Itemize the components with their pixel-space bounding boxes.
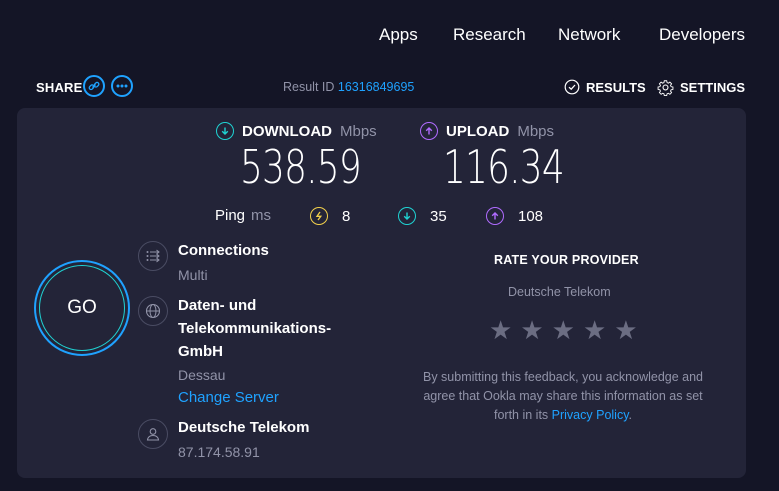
share-label: SHARE bbox=[36, 80, 83, 95]
server-name-line: Telekommunikations- bbox=[178, 320, 332, 337]
results-label: RESULTS bbox=[586, 79, 646, 95]
server-name: Daten- und Telekommunikations- GmbH bbox=[178, 294, 331, 363]
settings-label: SETTINGS bbox=[680, 80, 746, 95]
ping-idle-value: 8 bbox=[342, 207, 351, 225]
share-link-button[interactable] bbox=[83, 75, 105, 97]
go-label: GO bbox=[39, 265, 125, 351]
rating-stars: ★ ★ ★ ★ ★ bbox=[489, 316, 638, 344]
download-label: DOWNLOAD bbox=[242, 122, 332, 140]
server-name-line: GmbH bbox=[178, 343, 223, 360]
ping-upload-value: 108 bbox=[518, 207, 544, 225]
gear-icon bbox=[657, 80, 674, 96]
nav-research[interactable]: Research bbox=[453, 25, 526, 45]
ping-download: 35 bbox=[398, 207, 447, 225]
rate-provider-name: Deutsche Telekom bbox=[508, 285, 611, 299]
isp-ip: 87.174.58.91 bbox=[178, 444, 260, 460]
star-3[interactable]: ★ bbox=[552, 316, 575, 344]
star-2[interactable]: ★ bbox=[520, 316, 543, 344]
disclaimer-period: . bbox=[628, 408, 633, 422]
disclaimer-text: forth in its bbox=[493, 408, 549, 422]
link-icon bbox=[88, 81, 100, 91]
upload-unit: Mbps bbox=[517, 122, 555, 140]
results-button[interactable]: RESULTS bbox=[564, 79, 646, 95]
settings-button[interactable]: SETTINGS bbox=[657, 79, 745, 96]
nav-network[interactable]: Network bbox=[558, 25, 620, 45]
isp-name: Deutsche Telekom bbox=[178, 419, 310, 436]
user-icon bbox=[138, 419, 168, 449]
download-speed: 538.59 bbox=[240, 140, 362, 194]
globe-icon bbox=[138, 296, 168, 326]
server-location: Dessau bbox=[178, 367, 226, 383]
result-id-label: Result ID bbox=[283, 80, 335, 94]
download-unit: Mbps bbox=[340, 122, 377, 140]
disclaimer-line: By submitting this feedback, you acknowl… bbox=[422, 370, 704, 384]
go-button[interactable]: GO bbox=[34, 260, 130, 356]
ping-text: Ping bbox=[215, 207, 246, 224]
upload-arrow-icon bbox=[420, 122, 438, 140]
disclaimer-line: agree that Ookla may share this informat… bbox=[423, 389, 703, 403]
connections-title: Connections bbox=[178, 242, 269, 259]
star-5[interactable]: ★ bbox=[614, 316, 637, 344]
result-id-value[interactable]: 16316849695 bbox=[338, 80, 414, 94]
nav-apps[interactable]: Apps bbox=[379, 25, 418, 45]
upload-header: UPLOAD Mbps bbox=[420, 122, 554, 140]
rate-provider-title: RATE YOUR PROVIDER bbox=[494, 253, 639, 267]
check-circle-icon bbox=[564, 79, 580, 95]
connections-icon bbox=[138, 241, 168, 271]
star-4[interactable]: ★ bbox=[583, 316, 606, 344]
more-icon bbox=[116, 84, 128, 88]
ping-unit: ms bbox=[251, 207, 272, 224]
nav-developers[interactable]: Developers bbox=[659, 25, 745, 45]
server-name-line: Daten- und bbox=[178, 297, 257, 314]
result-id: Result ID 16316849695 bbox=[283, 80, 414, 94]
download-header: DOWNLOAD Mbps bbox=[216, 122, 377, 140]
upload-speed: 116.34 bbox=[443, 140, 565, 194]
ping-upload-icon bbox=[486, 207, 504, 225]
change-server-link[interactable]: Change Server bbox=[178, 389, 279, 406]
connections-value: Multi bbox=[178, 267, 208, 283]
ping-idle: 8 bbox=[310, 207, 350, 225]
disclaimer-line: forth in its Privacy Policy. bbox=[403, 406, 723, 425]
share-more-button[interactable] bbox=[111, 75, 133, 97]
ping-label: Ping ms bbox=[215, 207, 271, 224]
star-1[interactable]: ★ bbox=[489, 316, 512, 344]
ping-idle-icon bbox=[310, 207, 328, 225]
download-arrow-icon bbox=[216, 122, 234, 140]
ping-download-value: 35 bbox=[430, 207, 447, 225]
ping-upload: 108 bbox=[486, 207, 543, 225]
ping-download-icon bbox=[398, 207, 416, 225]
feedback-disclaimer: By submitting this feedback, you acknowl… bbox=[403, 368, 723, 425]
upload-label: UPLOAD bbox=[446, 122, 510, 140]
privacy-policy-link[interactable]: Privacy Policy bbox=[552, 408, 629, 422]
